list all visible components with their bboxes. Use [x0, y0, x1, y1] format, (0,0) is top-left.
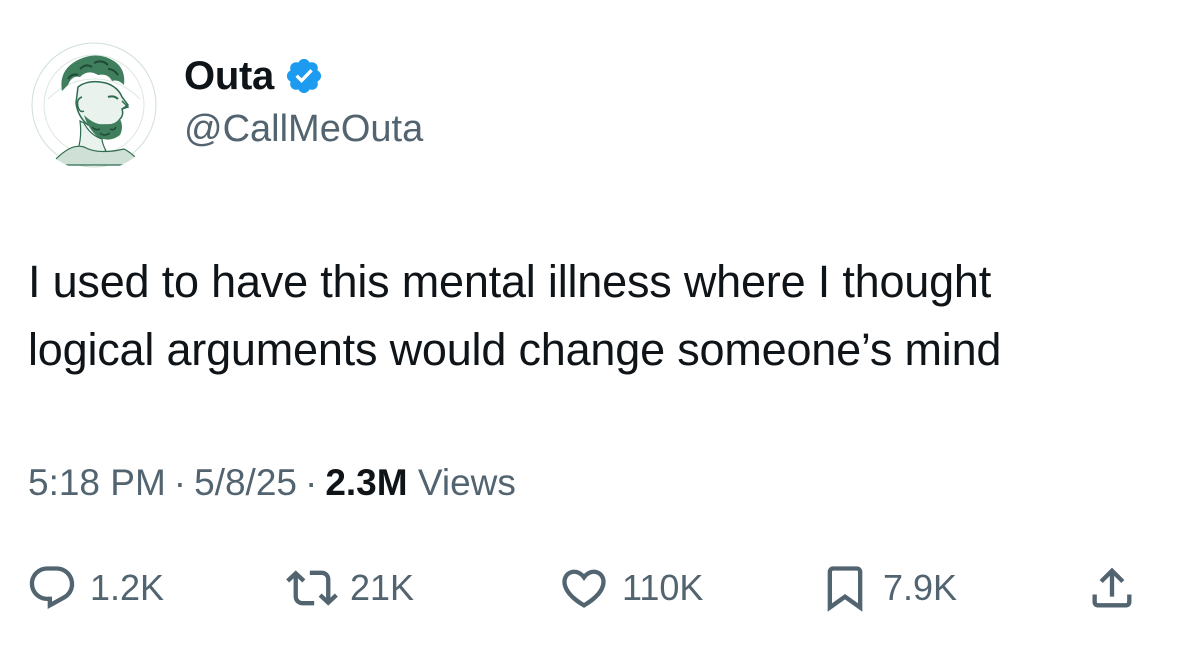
avatar[interactable] — [28, 39, 160, 171]
tweet-date[interactable]: 5/8/25 — [194, 462, 297, 503]
reply-button[interactable]: 1.2K — [24, 560, 164, 616]
bookmark-button[interactable]: 7.9K — [817, 560, 957, 616]
tweet-time[interactable]: 5:18 PM — [28, 462, 166, 503]
retweet-count: 21K — [350, 567, 415, 608]
share-button[interactable] — [1084, 560, 1140, 616]
tweet-actions-bar: 1.2K 21K 110K 7.9K — [0, 560, 1179, 616]
meta-separator: · — [173, 462, 187, 503]
author-display-name[interactable]: Outa — [184, 54, 274, 99]
meta-separator: · — [305, 462, 318, 503]
like-button[interactable]: 110K — [556, 560, 703, 616]
tweet-text: I used to have this mental illness where… — [28, 248, 1158, 384]
reply-count: 1.2K — [90, 567, 165, 608]
tweet-text-line: logical arguments would change someone’s… — [28, 324, 1002, 375]
verified-badge-icon[interactable] — [284, 56, 324, 96]
author-name-row[interactable]: Outa — [184, 52, 324, 100]
bookmark-count: 7.9K — [883, 567, 958, 608]
tweet-meta: 5:18 PM · 5/8/25 · 2.3M Views — [28, 462, 516, 504]
reply-icon[interactable] — [24, 560, 80, 616]
heart-icon[interactable] — [556, 560, 612, 616]
retweet-icon[interactable] — [284, 560, 340, 616]
bookmark-icon[interactable] — [817, 560, 873, 616]
views-count[interactable]: 2.3M — [325, 462, 407, 503]
share-icon[interactable] — [1084, 560, 1140, 616]
author-handle[interactable]: @CallMeOuta — [184, 108, 423, 151]
bust-portrait-image — [28, 39, 160, 171]
like-count: 110K — [622, 567, 704, 608]
views-label[interactable]: Views — [418, 462, 516, 503]
retweet-button[interactable]: 21K — [284, 560, 414, 616]
tweet-text-line: I used to have this mental illness where… — [28, 256, 992, 307]
